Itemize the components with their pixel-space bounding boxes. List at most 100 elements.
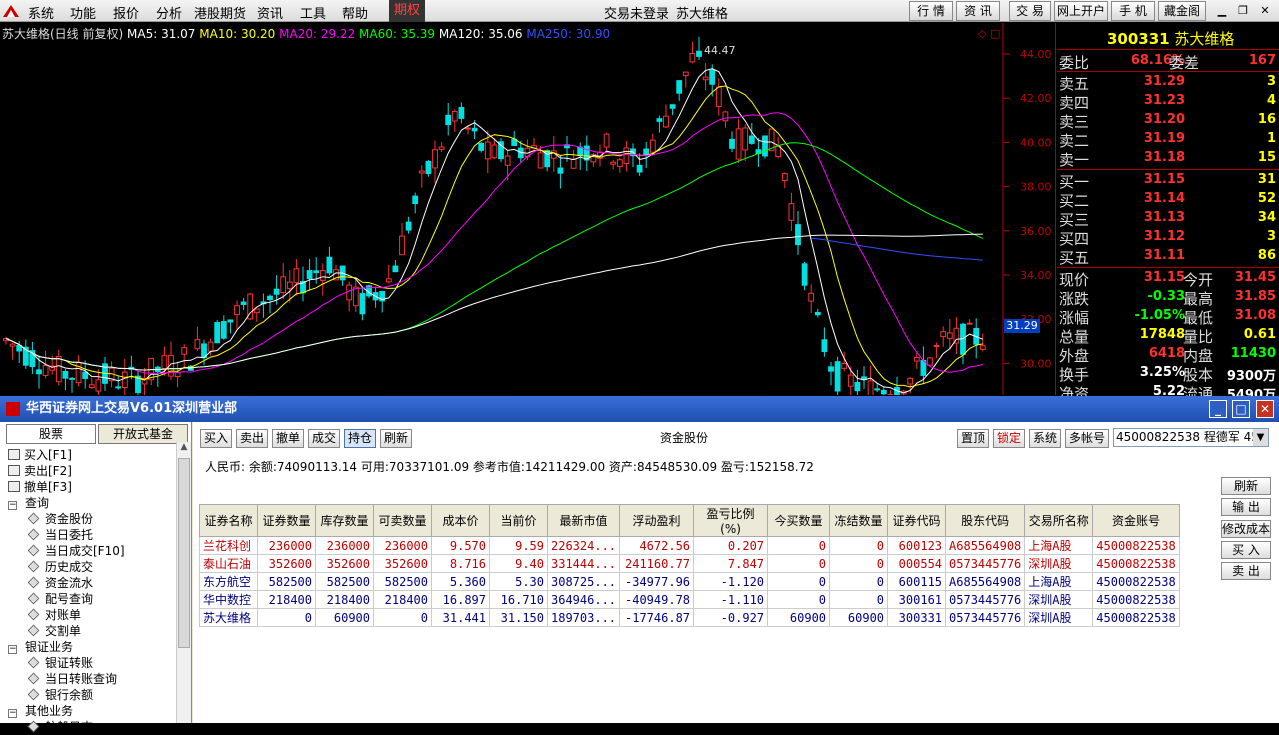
scroll-up-icon[interactable]: ▲: [178, 442, 190, 456]
btn-trade[interactable]: 交 易: [1009, 1, 1051, 21]
candle-body: [881, 390, 886, 393]
btn-info[interactable]: 资 讯: [956, 1, 1000, 21]
side-button[interactable]: 买 入: [1221, 541, 1271, 559]
tree-item[interactable]: 对账单: [28, 606, 81, 623]
tree-item[interactable]: 卖出[F2]: [8, 462, 72, 479]
menu-quote[interactable]: 报价: [113, 3, 139, 22]
tree-item[interactable]: 当日委托: [28, 526, 93, 543]
tree-item[interactable]: 银行余额: [28, 686, 93, 703]
table-row[interactable]: 苏大维格060900031.44131.150189703...-17746.8…: [200, 609, 1180, 627]
table-cell: 0: [830, 573, 888, 591]
tab-fund[interactable]: 开放式基金: [98, 424, 188, 444]
btn-buy[interactable]: 买入: [200, 429, 232, 448]
maximize-icon[interactable]: □: [1232, 400, 1250, 418]
ask-row: 卖五 31.29 3: [1057, 73, 1279, 92]
btn-lock[interactable]: 锁定: [993, 429, 1025, 448]
tree-item[interactable]: 撤单[F3]: [8, 478, 72, 495]
menu-options[interactable]: 期权: [389, 0, 425, 22]
column-header[interactable]: 证券名称: [200, 505, 258, 537]
ask-price: 31.18: [1144, 150, 1185, 165]
stat-value: 9300万: [1227, 365, 1276, 384]
query-icon: [28, 657, 40, 669]
btn-mobile[interactable]: 手 机: [1111, 1, 1155, 21]
menu-tools[interactable]: 工具: [300, 3, 326, 22]
tree-item[interactable]: 航船日志: [28, 718, 93, 735]
tree-item[interactable]: 当日转账查询: [28, 670, 117, 687]
candle-body: [617, 160, 622, 167]
column-header[interactable]: 当前价: [490, 505, 548, 537]
ma120-label: MA120: 35.06: [439, 27, 523, 41]
btn-market[interactable]: 行 情: [909, 1, 953, 21]
collapse-icon[interactable]: −: [8, 645, 17, 654]
btn-cangjinge[interactable]: 藏金阁: [1158, 1, 1206, 21]
tree-item[interactable]: 资金股份: [28, 510, 93, 527]
btn-open-account[interactable]: 网上开户: [1054, 1, 1108, 21]
tree-item[interactable]: 买入[F1]: [8, 446, 72, 463]
collapse-icon[interactable]: −: [8, 709, 17, 718]
tree-item[interactable]: 历史成交: [28, 558, 93, 575]
column-header[interactable]: 可卖数量: [374, 505, 432, 537]
menu-news[interactable]: 资讯: [257, 3, 283, 22]
restore-icon[interactable]: ❐: [1234, 3, 1252, 19]
btn-system[interactable]: 系统: [1029, 429, 1061, 448]
kline-chart[interactable]: 44.0042.0040.0038.0036.0034.0032.0030.00…: [0, 23, 1056, 395]
btn-sell[interactable]: 卖出: [236, 429, 268, 448]
side-button[interactable]: 修改成本: [1221, 520, 1271, 538]
column-header[interactable]: 资金账号: [1093, 505, 1179, 537]
btn-pin-top[interactable]: 置顶: [957, 429, 989, 448]
minimize-icon[interactable]: ▁: [1213, 3, 1231, 19]
menu-help[interactable]: 帮助: [342, 3, 368, 22]
table-cell: 8.716: [432, 555, 490, 573]
scroll-thumb[interactable]: [178, 458, 190, 648]
tree-item[interactable]: −银证业务: [8, 638, 73, 655]
btn-deals[interactable]: 成交: [308, 429, 340, 448]
column-header[interactable]: 股东代码: [946, 505, 1025, 537]
tree-item[interactable]: 交割单: [28, 622, 81, 639]
column-header[interactable]: 浮动盈利: [620, 505, 694, 537]
chevron-down-icon[interactable]: ▼: [1253, 429, 1268, 446]
tab-stock[interactable]: 股票: [6, 424, 96, 444]
candle-body: [83, 372, 88, 378]
btn-positions[interactable]: 持仓: [344, 429, 376, 448]
btn-multi-account[interactable]: 多帐号: [1065, 429, 1109, 448]
minimize-icon[interactable]: _: [1209, 400, 1227, 418]
side-button[interactable]: 刷新: [1221, 477, 1271, 495]
table-cell: 16.710: [490, 591, 548, 609]
column-header[interactable]: 最新市值: [548, 505, 620, 537]
menu-system[interactable]: 系统: [28, 3, 54, 22]
tree-item[interactable]: 资金流水: [28, 574, 93, 591]
tree-item[interactable]: 配号查询: [28, 590, 93, 607]
tree-scrollbar[interactable]: ▲: [176, 442, 191, 723]
btn-cancel-order[interactable]: 撤单: [272, 429, 304, 448]
column-header[interactable]: 今买数量: [768, 505, 830, 537]
collapse-icon[interactable]: −: [8, 501, 17, 510]
table-row[interactable]: 东方航空5825005825005825005.3605.30308725...…: [200, 573, 1180, 591]
candle-body: [763, 136, 768, 156]
column-header[interactable]: 证券数量: [258, 505, 316, 537]
table-row[interactable]: 泰山石油3526003526003526008.7169.40331444...…: [200, 555, 1180, 573]
side-button[interactable]: 输 出: [1221, 498, 1271, 516]
account-select[interactable]: 45000822538 程德军 4500 ▼: [1113, 428, 1269, 447]
close-icon[interactable]: ✕: [1256, 400, 1274, 418]
close-icon[interactable]: ✕: [1256, 3, 1274, 19]
btn-refresh[interactable]: 刷新: [380, 429, 412, 448]
tree-item[interactable]: −其他业务: [8, 702, 73, 719]
column-header[interactable]: 盈亏比例(%): [694, 505, 768, 537]
column-header[interactable]: 冻结数量: [830, 505, 888, 537]
stat-label: 量比: [1183, 326, 1213, 347]
column-header[interactable]: 库存数量: [316, 505, 374, 537]
candle-body: [228, 320, 233, 322]
chart-options-icon[interactable]: ◇ □: [978, 27, 1000, 40]
side-button[interactable]: 卖 出: [1221, 562, 1271, 580]
column-header[interactable]: 证券代码: [888, 505, 946, 537]
menu-hk-futures[interactable]: 港股期货: [194, 3, 246, 22]
menu-analysis[interactable]: 分析: [156, 3, 182, 22]
tree-item[interactable]: −查询: [8, 494, 49, 511]
column-header[interactable]: 成本价: [432, 505, 490, 537]
tree-item[interactable]: 银证转账: [28, 654, 93, 671]
column-header[interactable]: 交易所名称: [1025, 505, 1093, 537]
menu-function[interactable]: 功能: [70, 3, 96, 22]
table-row[interactable]: 华中数控21840021840021840016.89716.710364946…: [200, 591, 1180, 609]
tree-item[interactable]: 当日成交[F10]: [28, 542, 125, 559]
table-row[interactable]: 兰花科创2360002360002360009.5709.59226324...…: [200, 537, 1180, 555]
